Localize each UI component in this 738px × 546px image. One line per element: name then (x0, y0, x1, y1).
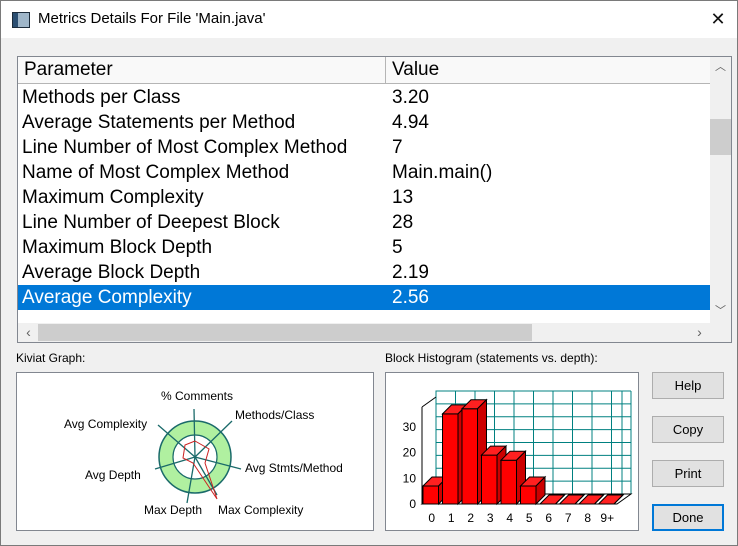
metrics-table[interactable]: Parameter Value Methods per Class 3.20 Av… (17, 56, 732, 343)
histogram-panel: 0 10 20 30 0 1 2 3 4 5 6 7 8 9+ (385, 372, 639, 531)
parameter-cell: Name of Most Complex Method (22, 162, 290, 183)
histogram-xtick-label: 0 (428, 511, 435, 525)
horizontal-scrollbar[interactable]: ‹ › (18, 323, 710, 342)
table-row[interactable]: Average Statements per Method 4.94 (18, 110, 710, 135)
parameter-cell: Maximum Block Depth (22, 237, 213, 258)
kiviat-axis-label-max-depth: Max Depth (144, 503, 202, 517)
value-cell: 13 (392, 187, 414, 208)
scroll-right-icon[interactable]: › (689, 324, 710, 341)
histogram-side-top (421, 396, 437, 408)
vertical-scrollbar[interactable]: ︿ ﹀ (710, 57, 731, 323)
help-button[interactable]: Help (652, 372, 724, 399)
histogram-xtick-label: 9+ (600, 511, 614, 525)
kiviat-axis-label-avg-depth: Avg Depth (85, 468, 141, 482)
histogram-bar-front (442, 413, 459, 505)
done-button[interactable]: Done (652, 504, 724, 531)
value-cell: 3.20 (392, 87, 429, 108)
value-cell: 5 (392, 237, 403, 258)
window-title: Metrics Details For File 'Main.java' (38, 10, 266, 27)
histogram-bar-front (461, 408, 478, 505)
parameter-cell: Maximum Complexity (22, 187, 204, 208)
vertical-scroll-thumb[interactable] (710, 119, 731, 155)
histogram-xtick-label: 3 (487, 511, 494, 525)
histogram-xtick-label: 2 (467, 511, 474, 525)
table-rows: Methods per Class 3.20 Average Statements… (18, 85, 710, 310)
column-header-value[interactable]: Value (386, 57, 710, 83)
scroll-down-icon[interactable]: ﹀ (710, 303, 731, 320)
parameter-cell: Average Complexity (22, 287, 192, 308)
histogram-ytick-label: 0 (409, 497, 416, 511)
table-row[interactable]: Line Number of Deepest Block 28 (18, 210, 710, 235)
histogram-bar-front (422, 485, 439, 505)
histogram-xtick-label: 8 (584, 511, 591, 525)
scroll-up-icon[interactable]: ︿ (710, 59, 731, 76)
kiviat-graph-panel: % Comments Methods/Class Avg Stmts/Metho… (16, 372, 374, 531)
metrics-dialog: Metrics Details For File 'Main.java' ✕ P… (0, 0, 738, 546)
scrollbar-corner (710, 323, 731, 342)
kiviat-axis-label-max-complexity: Max Complexity (218, 503, 303, 517)
table-row[interactable]: Line Number of Most Complex Method 7 (18, 135, 710, 160)
kiviat-graph-label: Kiviat Graph: (16, 351, 86, 365)
table-row[interactable]: Methods per Class 3.20 (18, 85, 710, 110)
table-header: Parameter Value (18, 57, 710, 84)
app-icon (12, 12, 30, 28)
histogram-bar-front (520, 485, 537, 505)
histogram-xtick-label: 4 (506, 511, 513, 525)
column-header-parameter[interactable]: Parameter (18, 57, 386, 83)
kiviat-axis-label-methods-class: Methods/Class (235, 408, 314, 422)
kiviat-axis-label-avg-complexity: Avg Complexity (64, 417, 147, 431)
histogram-xtick-label: 6 (545, 511, 552, 525)
histogram-ytick-label: 20 (403, 446, 417, 460)
value-cell: 7 (392, 137, 403, 158)
table-row[interactable]: Maximum Block Depth 5 (18, 235, 710, 260)
table-row-selected[interactable]: Average Complexity 2.56 (18, 285, 710, 310)
title-bar: Metrics Details For File 'Main.java' ✕ (1, 1, 737, 38)
histogram-bar-front (500, 459, 517, 505)
table-row[interactable]: Average Block Depth 2.19 (18, 260, 710, 285)
block-histogram: 01020300 1 2 3 4 5 6 7 8 9+ (403, 390, 633, 525)
value-cell: 2.56 (392, 287, 429, 308)
table-row[interactable]: Name of Most Complex Method Main.main() (18, 160, 710, 185)
parameter-cell: Methods per Class (22, 87, 181, 108)
histogram-xtick-label: 7 (565, 511, 572, 525)
parameter-cell: Line Number of Deepest Block (22, 212, 280, 233)
parameter-cell: Line Number of Most Complex Method (22, 137, 348, 158)
histogram-bar-front (481, 454, 498, 505)
close-button[interactable]: ✕ (701, 3, 735, 35)
value-cell: 4.94 (392, 112, 429, 133)
table-row[interactable]: Maximum Complexity 13 (18, 185, 710, 210)
parameter-cell: Average Block Depth (22, 262, 201, 283)
histogram-xtick-label: 5 (526, 511, 533, 525)
horizontal-scroll-thumb[interactable] (38, 324, 532, 341)
kiviat-axis-label-comments: % Comments (161, 389, 233, 403)
parameter-cell: Average Statements per Method (22, 112, 296, 133)
histogram-xtick-label: 1 (448, 511, 455, 525)
scroll-left-icon[interactable]: ‹ (18, 324, 39, 341)
print-button[interactable]: Print (652, 460, 724, 487)
kiviat-graph: % Comments Methods/Class Avg Stmts/Metho… (64, 389, 343, 517)
value-cell: 2.19 (392, 262, 429, 283)
value-cell: Main.main() (392, 162, 493, 183)
histogram-label: Block Histogram (statements vs. depth): (385, 351, 598, 365)
value-cell: 28 (392, 212, 414, 233)
histogram-ytick-label: 10 (403, 471, 417, 485)
copy-button[interactable]: Copy (652, 416, 724, 443)
histogram-ytick-label: 30 (403, 420, 417, 434)
kiviat-axis-label-avg-stmts: Avg Stmts/Method (245, 461, 343, 475)
